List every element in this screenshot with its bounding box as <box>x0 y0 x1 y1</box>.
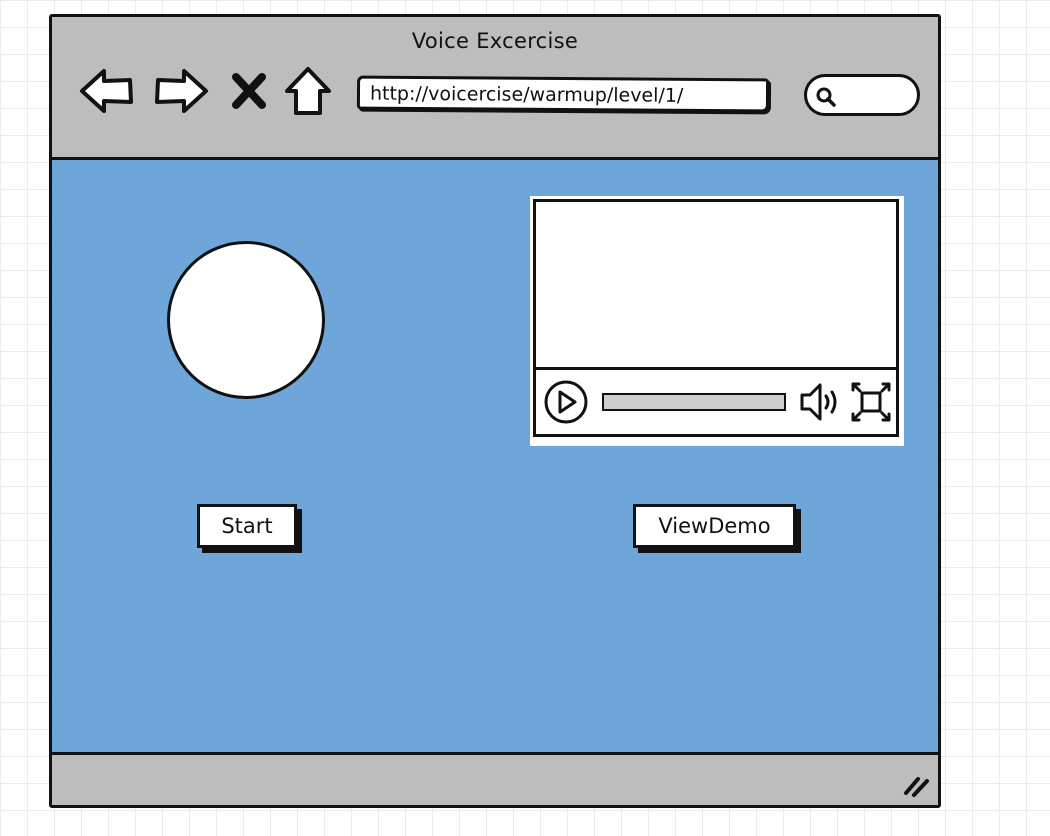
video-screen[interactable] <box>533 199 899 367</box>
resize-grip[interactable] <box>900 771 932 799</box>
magnifier-icon <box>816 87 836 107</box>
start-button[interactable]: Start <box>197 504 297 548</box>
window-title: Voice Excercise <box>411 29 579 53</box>
back-arrow-icon <box>80 69 133 113</box>
title-bar: Voice Excercise http://voicercise/warmup… <box>52 17 938 160</box>
home-button[interactable] <box>282 65 334 117</box>
play-button[interactable] <box>543 379 589 425</box>
volume-button[interactable] <box>798 380 844 424</box>
page-content: Start ViewDemo <box>52 160 938 758</box>
stop-button[interactable] <box>226 65 272 117</box>
home-icon <box>285 67 331 115</box>
play-icon <box>544 380 588 424</box>
video-controls <box>533 367 899 437</box>
status-bar <box>52 752 938 805</box>
mic-circle <box>167 241 325 399</box>
resize-grip-icon <box>904 777 929 797</box>
browser-window: Voice Excercise http://voicercise/warmup… <box>49 14 941 808</box>
close-x-icon <box>232 73 266 109</box>
view-demo-button[interactable]: ViewDemo <box>633 504 796 548</box>
video-player <box>530 196 904 446</box>
volume-icon <box>800 383 837 421</box>
back-button[interactable] <box>78 65 136 117</box>
search-box[interactable] <box>804 74 920 116</box>
forward-arrow-icon <box>155 69 208 113</box>
url-bar[interactable]: http://voicercise/warmup/level/1/ <box>356 75 770 113</box>
progress-bar[interactable] <box>602 393 786 411</box>
fullscreen-button[interactable] <box>850 380 892 424</box>
fullscreen-icon <box>851 382 891 422</box>
forward-button[interactable] <box>152 65 210 117</box>
